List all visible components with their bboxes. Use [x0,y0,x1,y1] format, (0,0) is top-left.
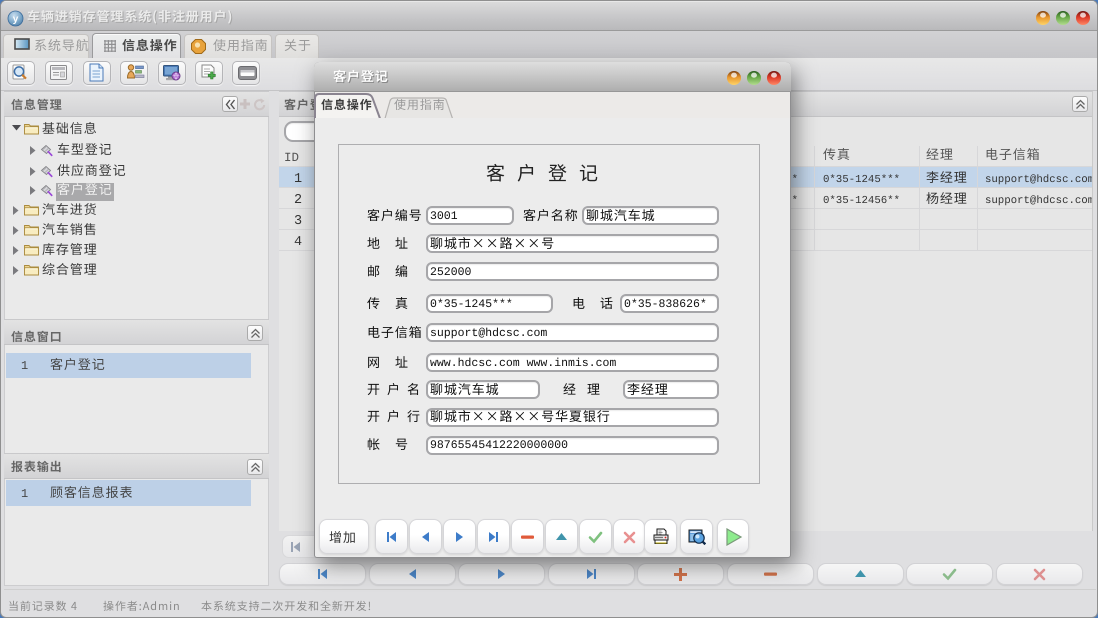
svg-text:y: y [13,14,19,25]
